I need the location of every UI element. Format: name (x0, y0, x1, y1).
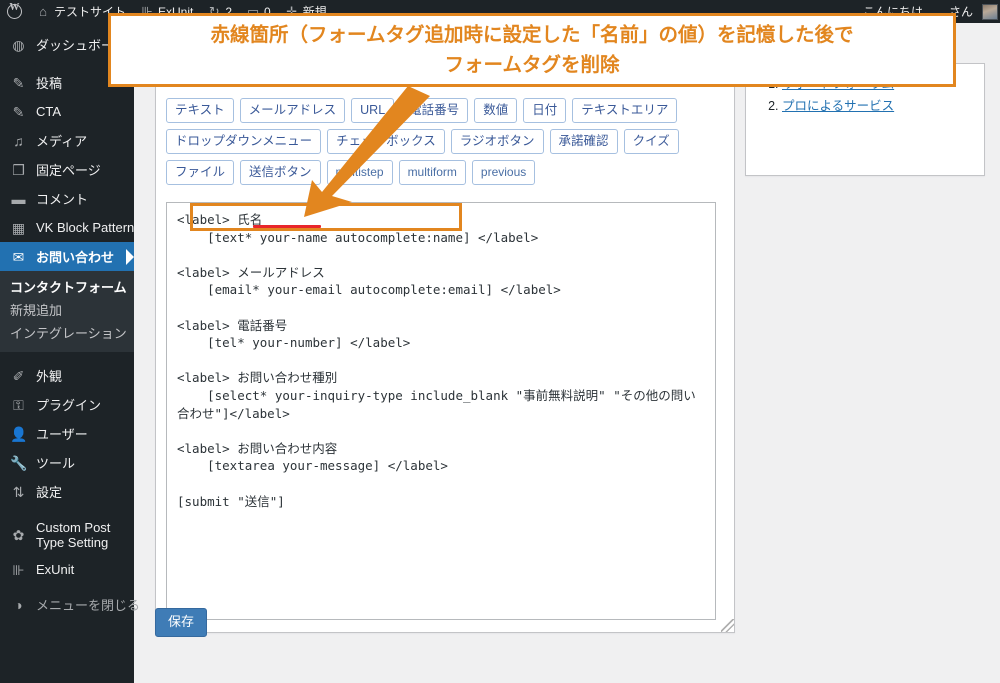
sidebar-item-label: VK Block Patterns (36, 220, 141, 235)
sidebar-item-appearance[interactable]: ✐ 外観 (0, 361, 134, 390)
sidebar-item-contact[interactable]: ✉ お問い合わせ (0, 242, 134, 271)
home-icon: ⌂ (39, 3, 47, 19)
plugins-icon: ⚿ (13, 396, 24, 413)
annotation-line-1: 赤線箇所（フォームタグ追加時に設定した「名前」の値）を記憶した後で (210, 23, 854, 46)
sidebar-subitem-integration[interactable]: インテグレーション (0, 322, 134, 345)
tag-button-multistep[interactable]: multistep (326, 160, 393, 185)
form-tag-buttons: テキスト メールアドレス URL 電話番号 数値 日付 テキストエリア ドロップ… (164, 96, 726, 193)
sidebar-item-label: プラグイン (36, 398, 102, 413)
list-item: プロによるサービス (782, 96, 972, 117)
sidebar-item-label: CTA (36, 104, 62, 119)
tag-button-url[interactable]: URL (351, 98, 395, 123)
pin-icon: ✎ (12, 74, 25, 91)
sidebar-item-tools[interactable]: 🔧 ツール (0, 448, 134, 477)
sidebar-item-label: 固定ページ (36, 163, 101, 178)
sidebar-item-plugins[interactable]: ⚿ プラグイン (0, 390, 134, 419)
sidebar-item-label: ExUnit (36, 562, 75, 577)
settings-icon: ⇅ (12, 483, 25, 500)
appearance-icon: ✐ (12, 367, 25, 384)
menu-separator (0, 352, 134, 361)
wp-logo-menu[interactable] (0, 0, 29, 23)
tag-button-textarea[interactable]: テキストエリア (572, 98, 678, 123)
tag-button-text[interactable]: テキスト (166, 98, 234, 123)
tag-button-email[interactable]: メールアドレス (239, 98, 346, 123)
menu-separator (0, 506, 134, 515)
mail-icon: ✉ (12, 248, 25, 265)
tag-button-file[interactable]: ファイル (166, 160, 235, 185)
sidebar-submenu-contact: コンタクトフォーム 新規追加 インテグレーション (0, 271, 134, 352)
sidebar-item-comments[interactable]: ▬ コメント (0, 184, 134, 213)
sidebar-item-label: ユーザー (36, 427, 88, 442)
sidebar-item-custom-post-type-setting[interactable]: ✿ Custom Post Type Setting (0, 515, 134, 555)
sidebar-item-settings[interactable]: ⇅ 設定 (0, 477, 134, 506)
sidebar-item-label: 設定 (36, 485, 63, 500)
tag-button-acceptance[interactable]: 承諾確認 (549, 129, 618, 154)
tag-button-dropdown[interactable]: ドロップダウンメニュー (166, 129, 322, 154)
professional-services-link[interactable]: プロによるサービス (782, 99, 894, 113)
sidebar-item-label: コメント (36, 192, 89, 207)
page-icon: ❒ (12, 161, 25, 178)
tag-button-tel[interactable]: 電話番号 (400, 98, 469, 123)
textarea-resize-handle[interactable] (721, 619, 734, 632)
tag-button-number[interactable]: 数値 (474, 98, 518, 123)
sidebar-item-cta[interactable]: ✎ CTA (0, 97, 134, 126)
sidebar-item-label: ツール (36, 456, 76, 471)
sidebar-item-vk-block-patterns[interactable]: ▦ VK Block Patterns (0, 213, 141, 242)
tools-icon: 🔧 (10, 454, 28, 471)
media-icon: ♫ (13, 132, 24, 149)
tag-button-date[interactable]: 日付 (523, 98, 567, 123)
tag-button-multiform[interactable]: multiform (398, 160, 466, 185)
tag-button-submit[interactable]: 送信ボタン (240, 160, 321, 185)
form-editor-wrapper: テキスト メールアドレス URL 電話番号 数値 日付 テキストエリア ドロップ… (155, 85, 735, 633)
form-editor-panel: テキスト メールアドレス URL 電話番号 数値 日付 テキストエリア ドロップ… (155, 85, 735, 633)
sidebar-item-label: 外観 (36, 369, 63, 384)
blocks-icon: ▦ (11, 219, 26, 236)
tag-button-quiz[interactable]: クイズ (623, 129, 679, 154)
comment-icon: ▬ (11, 190, 26, 207)
exunit-icon: ⊪ (12, 561, 25, 578)
admin-sidebar-menu: ◍ ダッシュボード ✎ 投稿 ✎ CTA ♫ メディア ❒ 固定ページ ▬ コメ… (0, 23, 141, 683)
sidebar-item-users[interactable]: 👤 ユーザー (0, 419, 134, 448)
sidebar-collapse-menu[interactable]: ◑ メニューを閉じる (0, 590, 140, 619)
sidebar-item-exunit[interactable]: ⊪ ExUnit (0, 555, 134, 584)
sidebar-subitem-add-new[interactable]: 新規追加 (0, 299, 134, 322)
dashboard-icon: ◍ (12, 36, 25, 53)
tag-button-previous[interactable]: previous (471, 160, 536, 185)
wordpress-logo-icon (7, 2, 22, 19)
sidebar-item-label: お問い合わせ (36, 250, 115, 265)
annotation-banner: 赤線箇所（フォームタグ追加時に設定した「名前」の値）を記憶した後で フォームタグ… (108, 13, 956, 87)
sidebar-item-label: 投稿 (36, 76, 63, 91)
tag-button-checkbox[interactable]: チェックボックス (327, 129, 445, 154)
content-area: サポートフォーラム プロによるサービス テキスト メールアドレス URL 電話番… (134, 23, 1000, 683)
annotation-line-2: フォームタグを削除 (444, 53, 620, 76)
sidebar-collapse-label: メニューを閉じる (36, 598, 141, 613)
pin-icon: ✎ (12, 103, 25, 120)
sidebar-subitem-contact-forms[interactable]: コンタクトフォーム (0, 276, 134, 299)
collapse-arrow-icon: ◑ (14, 596, 23, 613)
sidebar-item-label: メディア (36, 134, 88, 149)
avatar (982, 3, 998, 20)
users-icon: 👤 (10, 425, 28, 442)
sidebar-item-media[interactable]: ♫ メディア (0, 126, 134, 155)
sidebar-item-pages[interactable]: ❒ 固定ページ (0, 155, 134, 184)
gear-icon: ✿ (12, 527, 25, 543)
sidebar-item-label: Custom Post Type Setting (36, 520, 111, 550)
save-button[interactable]: 保存 (155, 608, 208, 637)
tag-button-radio[interactable]: ラジオボタン (450, 129, 544, 154)
form-code-editor[interactable]: <label> 氏名 [text* your-name autocomplete… (166, 202, 716, 620)
